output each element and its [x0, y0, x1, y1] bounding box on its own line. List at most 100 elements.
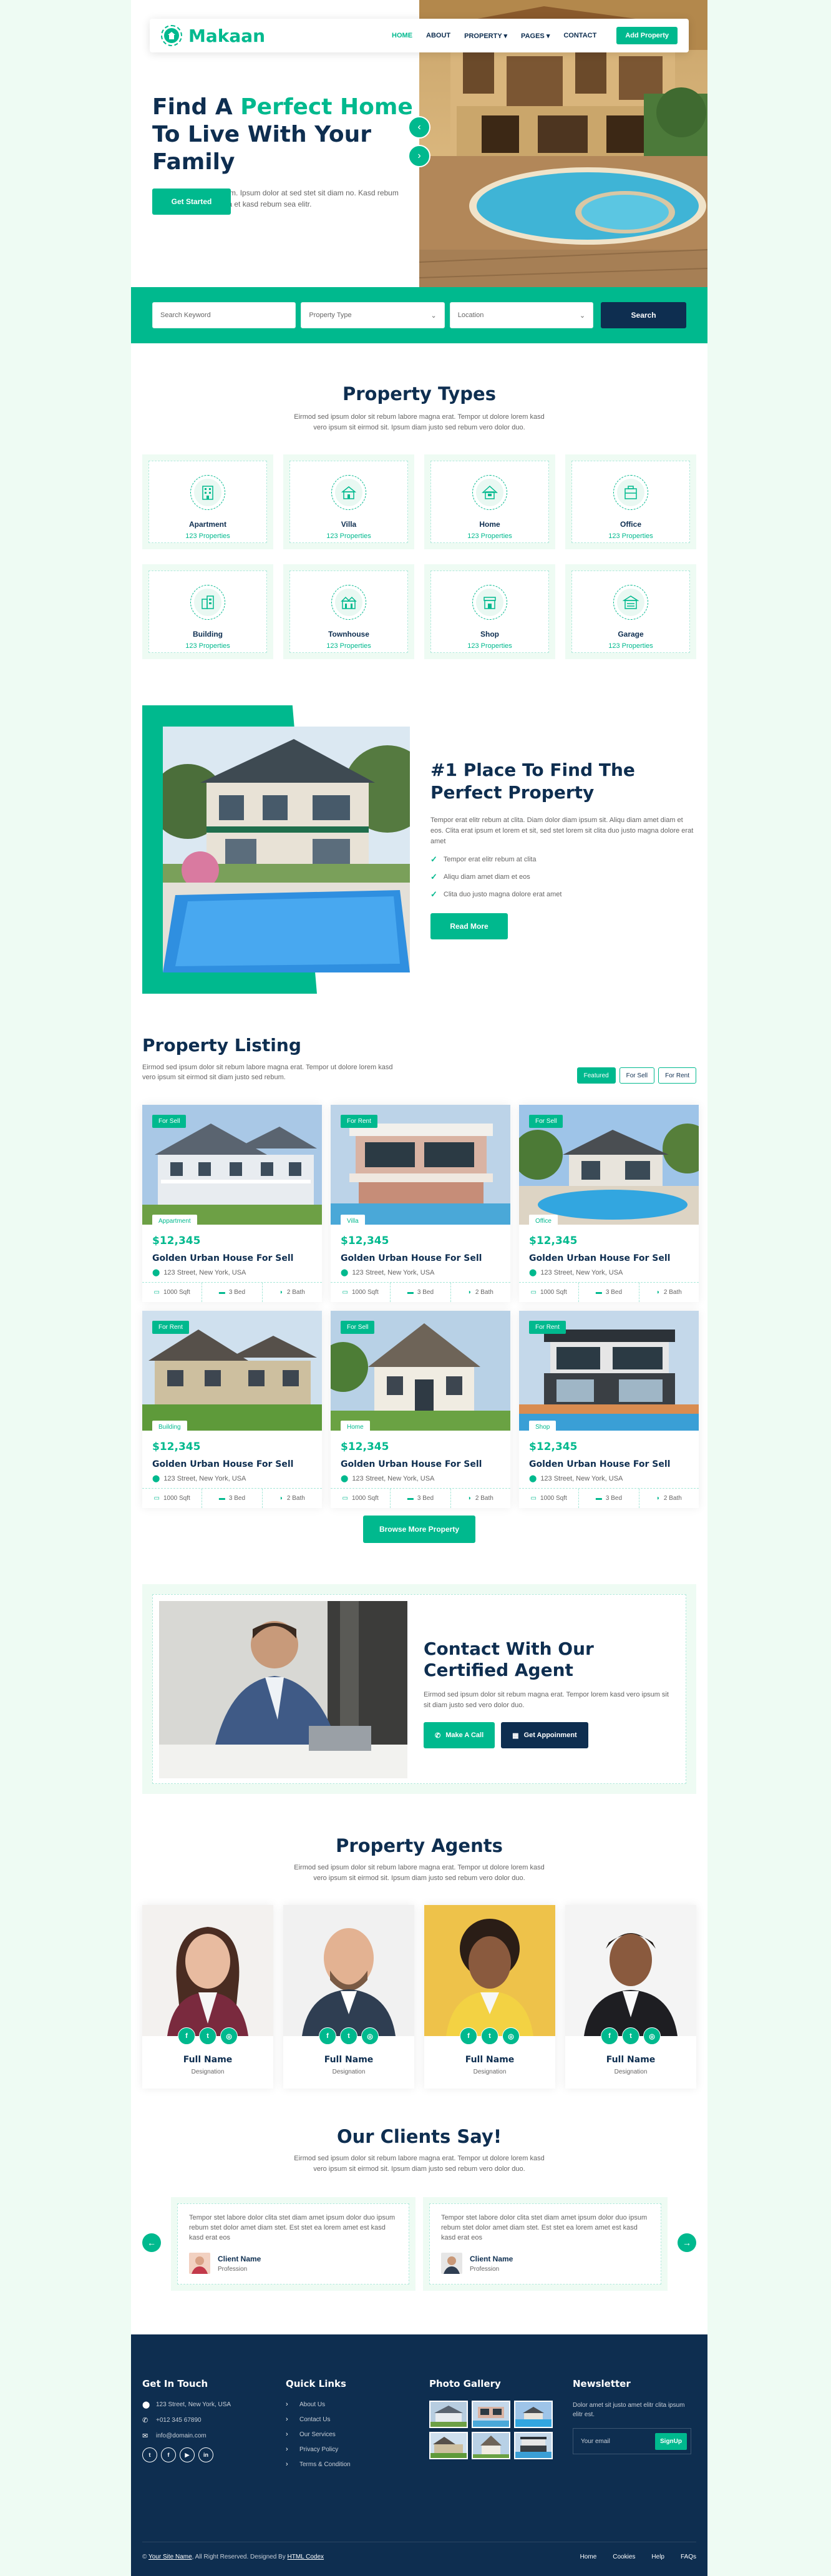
- linkedin-icon[interactable]: in: [198, 2447, 213, 2462]
- location-select[interactable]: Location ⌄: [449, 302, 594, 328]
- footer-phone: +012 345 67890: [156, 2417, 202, 2424]
- agent-card[interactable]: f t ◎ Full Name Designation: [565, 1905, 696, 2089]
- filter-for-rent[interactable]: For Rent: [658, 1067, 696, 1084]
- property-card[interactable]: For Sell Appartment $12,345 Golden Urban…: [142, 1105, 322, 1302]
- agent-card[interactable]: f t ◎ Full Name Designation: [283, 1905, 414, 2089]
- instagram-icon[interactable]: ◎: [502, 2027, 520, 2045]
- footer-menu-home[interactable]: Home: [580, 2554, 597, 2560]
- property-name[interactable]: Golden Urban House For Sell: [529, 1459, 699, 1469]
- search-keyword-input[interactable]: Search Keyword: [152, 302, 296, 328]
- property-name[interactable]: Golden Urban House For Sell: [341, 1459, 510, 1469]
- footer-link-privacy[interactable]: › Privacy Policy: [286, 2446, 351, 2453]
- nav-about[interactable]: ABOUT: [426, 32, 450, 39]
- agent-card[interactable]: f t ◎ Full Name Designation: [424, 1905, 555, 2089]
- search-button[interactable]: Search: [601, 302, 686, 328]
- type-card-villa[interactable]: Villa 123 Properties: [283, 454, 414, 549]
- property-name[interactable]: Golden Urban House For Sell: [152, 1459, 322, 1469]
- footer-newsletter: Newsletter Dolor amet sit justo amet eli…: [573, 2378, 691, 2454]
- hero-next-arrow-icon[interactable]: ›: [408, 145, 430, 167]
- gallery-photo[interactable]: [472, 2401, 510, 2428]
- twitter-icon[interactable]: t: [142, 2447, 157, 2462]
- designer-link[interactable]: HTML Codex: [288, 2554, 324, 2560]
- footer-link-contact[interactable]: › Contact Us: [286, 2416, 351, 2423]
- property-address: ⬤ 123 Street, New York, USA: [529, 1268, 623, 1277]
- footer-address: 123 Street, New York, USA: [156, 2401, 231, 2408]
- shop-icon: [472, 585, 507, 620]
- twitter-icon[interactable]: t: [340, 2027, 357, 2045]
- nav-contact[interactable]: CONTACT: [563, 32, 596, 39]
- property-card[interactable]: For Sell Home $12,345 Golden Urban House…: [331, 1311, 510, 1508]
- type-card-townhouse[interactable]: Townhouse 123 Properties: [283, 564, 414, 659]
- gallery-photo[interactable]: [429, 2432, 468, 2459]
- browse-more-button[interactable]: Browse More Property: [363, 1516, 475, 1543]
- logo-icon[interactable]: [161, 25, 182, 46]
- agents-subtitle: Eirmod sed ipsum dolor sit rebum labore …: [294, 1864, 545, 1882]
- read-more-button[interactable]: Read More: [430, 913, 508, 939]
- instagram-icon[interactable]: ◎: [361, 2027, 379, 2045]
- gallery-photo[interactable]: [514, 2401, 553, 2428]
- site-name-link[interactable]: Your Site Name: [148, 2554, 192, 2560]
- testimonial-text: Tempor stet labore dolor clita stet diam…: [441, 2214, 648, 2241]
- gallery-photo[interactable]: [429, 2401, 468, 2428]
- add-property-button[interactable]: Add Property: [616, 27, 678, 44]
- make-a-call-button[interactable]: ✆ Make A Call: [424, 1722, 495, 1748]
- footer-link-services[interactable]: › Our Services: [286, 2431, 351, 2438]
- property-card[interactable]: For Rent Shop $12,345 Golden Urban House…: [519, 1311, 699, 1508]
- nav-home[interactable]: HOME: [392, 32, 412, 39]
- client-name: Client Name: [470, 2254, 513, 2263]
- footer-menu-faqs[interactable]: FAQs: [681, 2554, 696, 2560]
- hero-prev-arrow-icon[interactable]: ‹: [408, 116, 430, 139]
- facebook-icon[interactable]: f: [601, 2027, 618, 2045]
- signup-button[interactable]: SignUp: [655, 2432, 687, 2450]
- agent-name: Full Name: [183, 2055, 233, 2065]
- footer-link-terms[interactable]: › Terms & Condition: [286, 2461, 351, 2468]
- footer-menu-cookies[interactable]: Cookies: [613, 2554, 635, 2560]
- twitter-icon[interactable]: t: [622, 2027, 639, 2045]
- testimonial-prev-arrow-icon[interactable]: ←: [142, 2233, 161, 2252]
- property-name[interactable]: Golden Urban House For Sell: [152, 1253, 322, 1263]
- get-started-button[interactable]: Get Started: [152, 189, 231, 215]
- property-card[interactable]: For Sell Office $12,345 Golden Urban Hou…: [519, 1105, 699, 1302]
- type-card-garage[interactable]: Garage 123 Properties: [565, 564, 696, 659]
- facebook-icon[interactable]: f: [460, 2027, 477, 2045]
- property-card[interactable]: For Rent Villa $12,345 Golden Urban Hous…: [331, 1105, 510, 1302]
- office-icon: [613, 475, 648, 510]
- filter-featured[interactable]: Featured: [576, 1067, 616, 1084]
- nav-pages[interactable]: PAGES ▾: [521, 32, 550, 40]
- facebook-icon[interactable]: f: [178, 2027, 195, 2045]
- check-icon: ✓: [430, 855, 437, 864]
- testimonial-next-arrow-icon[interactable]: →: [678, 2233, 696, 2252]
- get-appointment-button[interactable]: ▦ Get Appoinment: [501, 1722, 588, 1748]
- type-card-apartment[interactable]: Apartment 123 Properties: [142, 454, 273, 549]
- bath-icon: ◗: [467, 1289, 472, 1296]
- facebook-icon[interactable]: f: [161, 2447, 176, 2462]
- property-type-select[interactable]: Property Type ⌄: [301, 302, 445, 328]
- twitter-icon[interactable]: t: [481, 2027, 498, 2045]
- status-badge: For Sell: [529, 1115, 563, 1128]
- facebook-icon[interactable]: f: [319, 2027, 336, 2045]
- instagram-icon[interactable]: ◎: [220, 2027, 238, 2045]
- footer-link-about[interactable]: › About Us: [286, 2401, 351, 2408]
- agent-card[interactable]: f t ◎ Full Name Designation: [142, 1905, 273, 2089]
- type-card-shop[interactable]: Shop 123 Properties: [424, 564, 555, 659]
- type-card-office[interactable]: Office 123 Properties: [565, 454, 696, 549]
- type-card-home[interactable]: Home 123 Properties: [424, 454, 555, 549]
- gallery-photo[interactable]: [472, 2432, 510, 2459]
- type-card-building[interactable]: Building 123 Properties: [142, 564, 273, 659]
- instagram-icon[interactable]: ◎: [643, 2027, 661, 2045]
- property-card[interactable]: For Rent Building $12,345 Golden Urban H…: [142, 1311, 322, 1508]
- page: Find A Perfect Home To Live With Your Fa…: [131, 0, 707, 2576]
- youtube-icon[interactable]: ▶: [180, 2447, 195, 2462]
- footer-menu-help[interactable]: Help: [651, 2554, 664, 2560]
- twitter-icon[interactable]: t: [199, 2027, 216, 2045]
- gallery-photo[interactable]: [514, 2432, 553, 2459]
- newsletter-email-input[interactable]: Your email SignUp: [573, 2428, 691, 2454]
- ruler-icon: ▭: [530, 1495, 537, 1502]
- nav-property[interactable]: PROPERTY ▾: [464, 32, 507, 40]
- chevron-down-icon: ⌄: [430, 311, 437, 320]
- filter-for-sell[interactable]: For Sell: [619, 1067, 655, 1084]
- building-icon: [190, 585, 225, 620]
- property-name[interactable]: Golden Urban House For Sell: [341, 1253, 510, 1263]
- property-name[interactable]: Golden Urban House For Sell: [529, 1253, 699, 1263]
- brand-name[interactable]: Makaan: [188, 26, 265, 46]
